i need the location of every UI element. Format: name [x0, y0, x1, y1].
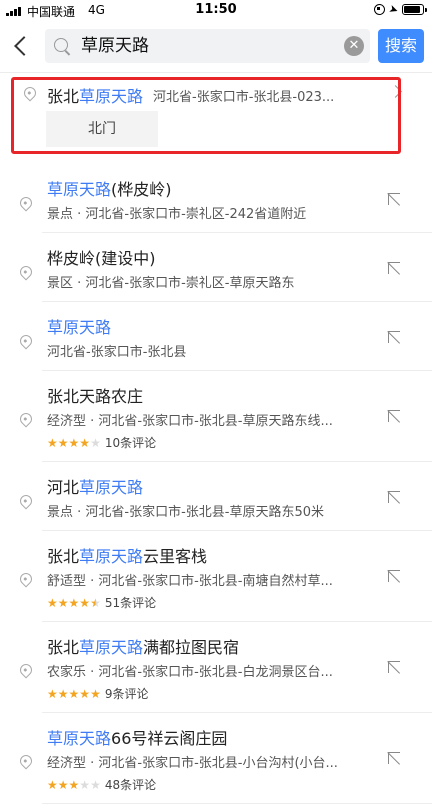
route-arrow-icon[interactable]	[387, 193, 402, 207]
location-pin-icon	[17, 570, 35, 588]
result-address: 经济型 · 河北省-张家口市-张北县-草原天路东线...	[47, 414, 333, 429]
review-count: 48条评论	[104, 778, 157, 792]
title-text: 张北	[47, 638, 80, 657]
orientation-lock-icon	[373, 4, 385, 15]
star-icon: ★	[57, 778, 69, 792]
list-item[interactable]: 草原天路(桦皮岭) 景点 · 河北省-张家口市-崇礼区-242省道附近	[17, 163, 432, 233]
star-icon: ★	[79, 596, 91, 610]
title-highlight: 草原天路	[79, 547, 144, 566]
star-icon: ★	[57, 436, 69, 450]
review-count: 9条评论	[104, 687, 149, 701]
location-pin-icon	[17, 661, 35, 679]
route-arrow-icon[interactable]	[387, 661, 402, 675]
location-pin-icon	[17, 410, 35, 428]
route-arrow-icon[interactable]	[387, 570, 402, 584]
title-highlight: 草原天路	[79, 478, 144, 497]
result-title: 桦皮岭(建设中)	[47, 245, 156, 269]
clear-icon[interactable]: ✕	[344, 36, 364, 56]
title-highlight: 草原天路	[47, 729, 112, 748]
review-count: 10条评论	[104, 436, 157, 450]
result-title: 草原天路	[47, 314, 111, 338]
title-highlight: 草原天路	[47, 180, 112, 199]
result-address: 景点 · 河北省-张家口市-张北县-草原天路东50米	[47, 505, 325, 520]
list-item[interactable]: 草原天路河北省-张家口市-张北县	[17, 301, 432, 371]
rating-stars: ★★★★★ 51条评论	[47, 594, 156, 611]
result-address: 经济型 · 河北省-张家口市-张北县-小台沟村(小台...	[47, 756, 338, 771]
result-address: 舒适型 · 河北省-张家口市-张北县-南塘自然村草...	[47, 574, 333, 589]
review-count: 51条评论	[104, 596, 157, 610]
back-button[interactable]	[10, 33, 36, 59]
title-highlight: 草原天路	[47, 318, 112, 337]
list-item[interactable]: 桦皮岭(建设中) 景区 · 河北省-张家口市-崇礼区-草原天路东	[17, 232, 432, 302]
star-icon: ★	[68, 778, 80, 792]
location-pin-icon	[17, 332, 35, 350]
search-icon	[54, 38, 68, 52]
result-title: 张北天路农庄	[47, 383, 143, 407]
result-title: 张北草原天路云里客栈	[47, 543, 207, 567]
route-arrow-icon[interactable]	[387, 410, 402, 424]
list-item[interactable]: 草原天路66号祥云阁庄园经济型 · 河北省-张家口市-张北县-小台沟村(小台..…	[17, 712, 432, 804]
star-icon: ★	[47, 778, 58, 792]
status-bar: 中国联通 4G 11:50 ➤	[0, 0, 432, 22]
battery-icon	[402, 4, 427, 15]
star-icon: ★	[57, 687, 69, 701]
rating-stars: ★★★★★ 9条评论	[47, 685, 148, 702]
result-address: 景点 · 河北省-张家口市-崇礼区-242省道附近	[47, 207, 307, 222]
location-pin-icon	[17, 263, 35, 281]
list-item[interactable]: 张北天路农庄 经济型 · 河北省-张家口市-张北县-草原天路东线... ★★★★★ 1…	[17, 370, 432, 462]
title-text: 河北	[47, 478, 80, 497]
route-arrow-icon[interactable]	[387, 491, 402, 505]
result-title: 草原天路(桦皮岭)	[47, 176, 172, 200]
title-text: 66号祥云阁庄园	[111, 729, 228, 748]
title-text: 满都拉图民宿	[143, 638, 240, 657]
search-bar[interactable]: ✕	[45, 29, 370, 63]
rating-stars: ★★★★★ 10条评论	[47, 434, 156, 451]
route-arrow-icon[interactable]	[387, 752, 402, 766]
title-text: 张北	[47, 547, 80, 566]
star-icon: ★	[47, 436, 58, 450]
star-icon: ★	[79, 436, 91, 450]
location-pin-icon	[17, 752, 35, 770]
star-icon: ★	[57, 596, 69, 610]
title-text: 桦皮岭(建设中)	[47, 249, 156, 268]
result-address: 景区 · 河北省-张家口市-崇礼区-草原天路东	[47, 276, 295, 291]
annotation-box	[11, 77, 401, 154]
star-icon: ★	[47, 596, 58, 610]
star-icon: ★	[90, 596, 101, 610]
title-highlight: 草原天路	[79, 638, 144, 657]
star-icon: ★	[79, 778, 91, 792]
star-icon: ★	[68, 596, 80, 610]
result-title: 草原天路66号祥云阁庄园	[47, 725, 227, 749]
list-item[interactable]: 河北草原天路景点 · 河北省-张家口市-张北县-草原天路东50米	[17, 461, 432, 531]
clock: 11:50	[195, 2, 237, 17]
title-text: 张北天路农庄	[47, 387, 144, 406]
result-address: 河北省-张家口市-张北县	[47, 345, 187, 360]
list-item[interactable]: 张北草原天路云里客栈 舒适型 · 河北省-张家口市-张北县-南塘自然村草... ★★…	[17, 530, 432, 622]
title-text: 云里客栈	[143, 547, 208, 566]
location-pin-icon	[17, 492, 35, 510]
rating-stars: ★★★★★ 48条评论	[47, 776, 156, 793]
list-item[interactable]: 张北草原天路满都拉图民宿农家乐 · 河北省-张家口市-张北县-白龙洞景区台...…	[17, 621, 432, 713]
star-icon: ★	[68, 687, 80, 701]
result-title: 张北草原天路满都拉图民宿	[47, 634, 239, 658]
result-title: 河北草原天路	[47, 474, 143, 498]
star-icon: ★	[90, 436, 101, 450]
route-arrow-icon[interactable]	[387, 262, 402, 276]
star-icon: ★	[68, 436, 80, 450]
route-arrow-icon[interactable]	[387, 331, 402, 345]
location-pin-icon	[17, 194, 35, 212]
result-address: 农家乐 · 河北省-张家口市-张北县-白龙洞景区台...	[47, 665, 333, 680]
star-icon: ★	[79, 687, 91, 701]
title-text: (桦皮岭)	[111, 180, 172, 199]
star-icon: ★	[90, 778, 101, 792]
star-icon: ★	[90, 687, 101, 701]
star-icon: ★	[47, 687, 58, 701]
location-arrow-icon: ➤	[386, 1, 400, 18]
search-input[interactable]	[81, 29, 331, 63]
search-button[interactable]: 搜索	[378, 29, 424, 63]
